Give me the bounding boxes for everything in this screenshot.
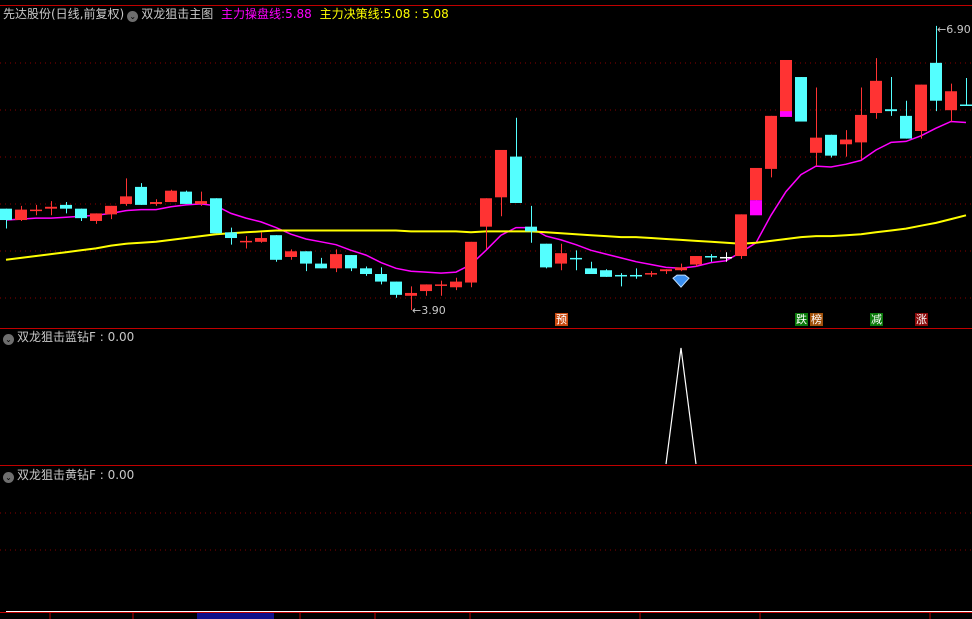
signal-label: 跌 (795, 313, 808, 326)
panel3-value: : 0.00 (99, 468, 135, 482)
candle-body (90, 213, 102, 221)
candle-body (285, 251, 297, 257)
indicator-name[interactable]: 双龙狙击主图 (141, 7, 213, 21)
candle-body (750, 167, 762, 201)
magenta-signal-block (780, 111, 792, 117)
candle-body (855, 114, 867, 143)
candle-body (615, 274, 627, 277)
candle-body (945, 91, 957, 111)
candle-body (75, 208, 87, 219)
panel3-title[interactable]: 双龙狙击黄钻F (17, 468, 96, 482)
candle-body (300, 251, 312, 264)
blue-diamond-panel-header: ⌄ 双龙狙击蓝钻F : 0.00 (3, 330, 134, 345)
signal-label: 减 (870, 313, 883, 326)
candle-body (555, 253, 567, 264)
candle-body (105, 205, 117, 215)
candle-body (165, 190, 177, 203)
candle-body (195, 201, 207, 204)
candle-body (885, 109, 897, 112)
high-price-value: 6.90 (946, 23, 971, 36)
candle-body (420, 284, 432, 292)
candle-body (45, 206, 57, 209)
candle-body (315, 263, 327, 269)
candle-body (510, 156, 522, 203)
candle-body (0, 208, 12, 221)
candle-body (180, 191, 192, 204)
candle-body (630, 274, 642, 277)
price-chart[interactable] (0, 0, 972, 619)
candle-body (405, 292, 417, 296)
candle-body (765, 115, 777, 169)
candle-body (570, 257, 582, 260)
candle-body (60, 204, 72, 209)
candle-body (900, 115, 912, 139)
candle-body (480, 198, 492, 227)
candle-body (255, 238, 267, 242)
candle-body (690, 256, 702, 265)
candle-body (495, 149, 507, 198)
candle-body (120, 196, 132, 204)
candle-body (465, 241, 477, 283)
candle-body (435, 284, 447, 286)
chevron-down-icon[interactable]: ⌄ (3, 472, 14, 483)
candle-body (360, 268, 372, 275)
signal-label: 预 (555, 313, 568, 326)
main-panel-header: 先达股份(日线,前复权) ⌄ 双龙狙击主图 主力操盘线:5.88 主力决策线:5.0… (3, 7, 449, 22)
candle-body (225, 232, 237, 239)
date-cursor-box (197, 613, 274, 619)
panel2-value: : 0.00 (99, 330, 135, 344)
candle-body (210, 198, 222, 234)
chevron-down-icon[interactable]: ⌄ (127, 11, 139, 22)
candle-body (960, 104, 972, 107)
candle-body (645, 273, 657, 275)
ma-fast-value: 5.88 (285, 7, 312, 21)
low-price-label: ←3.90 (412, 304, 446, 317)
candle-body (600, 270, 612, 277)
stock-name: 先达股份(日线,前复权) (3, 7, 125, 21)
candle-body (390, 281, 402, 295)
candle-body (345, 255, 357, 269)
candle-body (240, 240, 252, 243)
candle-body (840, 139, 852, 145)
signal-label: 榜 (810, 313, 823, 326)
candle-body (810, 137, 822, 153)
candle-body (930, 62, 942, 101)
candle-body (675, 267, 687, 271)
signal-label: 涨 (915, 313, 928, 326)
candle-body (525, 226, 537, 232)
candle-body (30, 209, 42, 212)
candle-body (735, 214, 747, 257)
candle-body (375, 274, 387, 282)
candle-body (540, 243, 552, 268)
blue-diamond-icon (672, 274, 690, 288)
candle-body (720, 256, 732, 259)
chevron-down-icon[interactable]: ⌄ (3, 334, 14, 345)
candle-body (270, 235, 282, 260)
candle-body (915, 84, 927, 132)
low-price-value: 3.90 (421, 304, 446, 317)
ma-slow-label: 主力决策线: (319, 7, 384, 21)
blue-diamond-spike (665, 347, 697, 465)
candle-body (150, 202, 162, 204)
candle-body (870, 80, 882, 114)
candle-body (135, 186, 147, 205)
yellow-diamond-panel-header: ⌄ 双龙狙击黄钻F : 0.00 (3, 468, 134, 483)
candle-body (795, 77, 807, 122)
ma-fast-label: 主力操盘线: (221, 7, 286, 21)
candle-body (450, 281, 462, 288)
candle-body (585, 268, 597, 275)
candle-body (780, 59, 792, 117)
ma-slow-value: 5.08 : 5.08 (383, 7, 449, 21)
candle-body (705, 256, 717, 258)
candle-body (15, 209, 27, 221)
high-price-label: ←6.90 (937, 23, 971, 36)
candle-body (330, 254, 342, 269)
candle-body (660, 269, 672, 272)
candle-body (825, 134, 837, 156)
magenta-signal-block (750, 200, 762, 216)
panel2-title[interactable]: 双龙狙击蓝钻F (17, 330, 96, 344)
